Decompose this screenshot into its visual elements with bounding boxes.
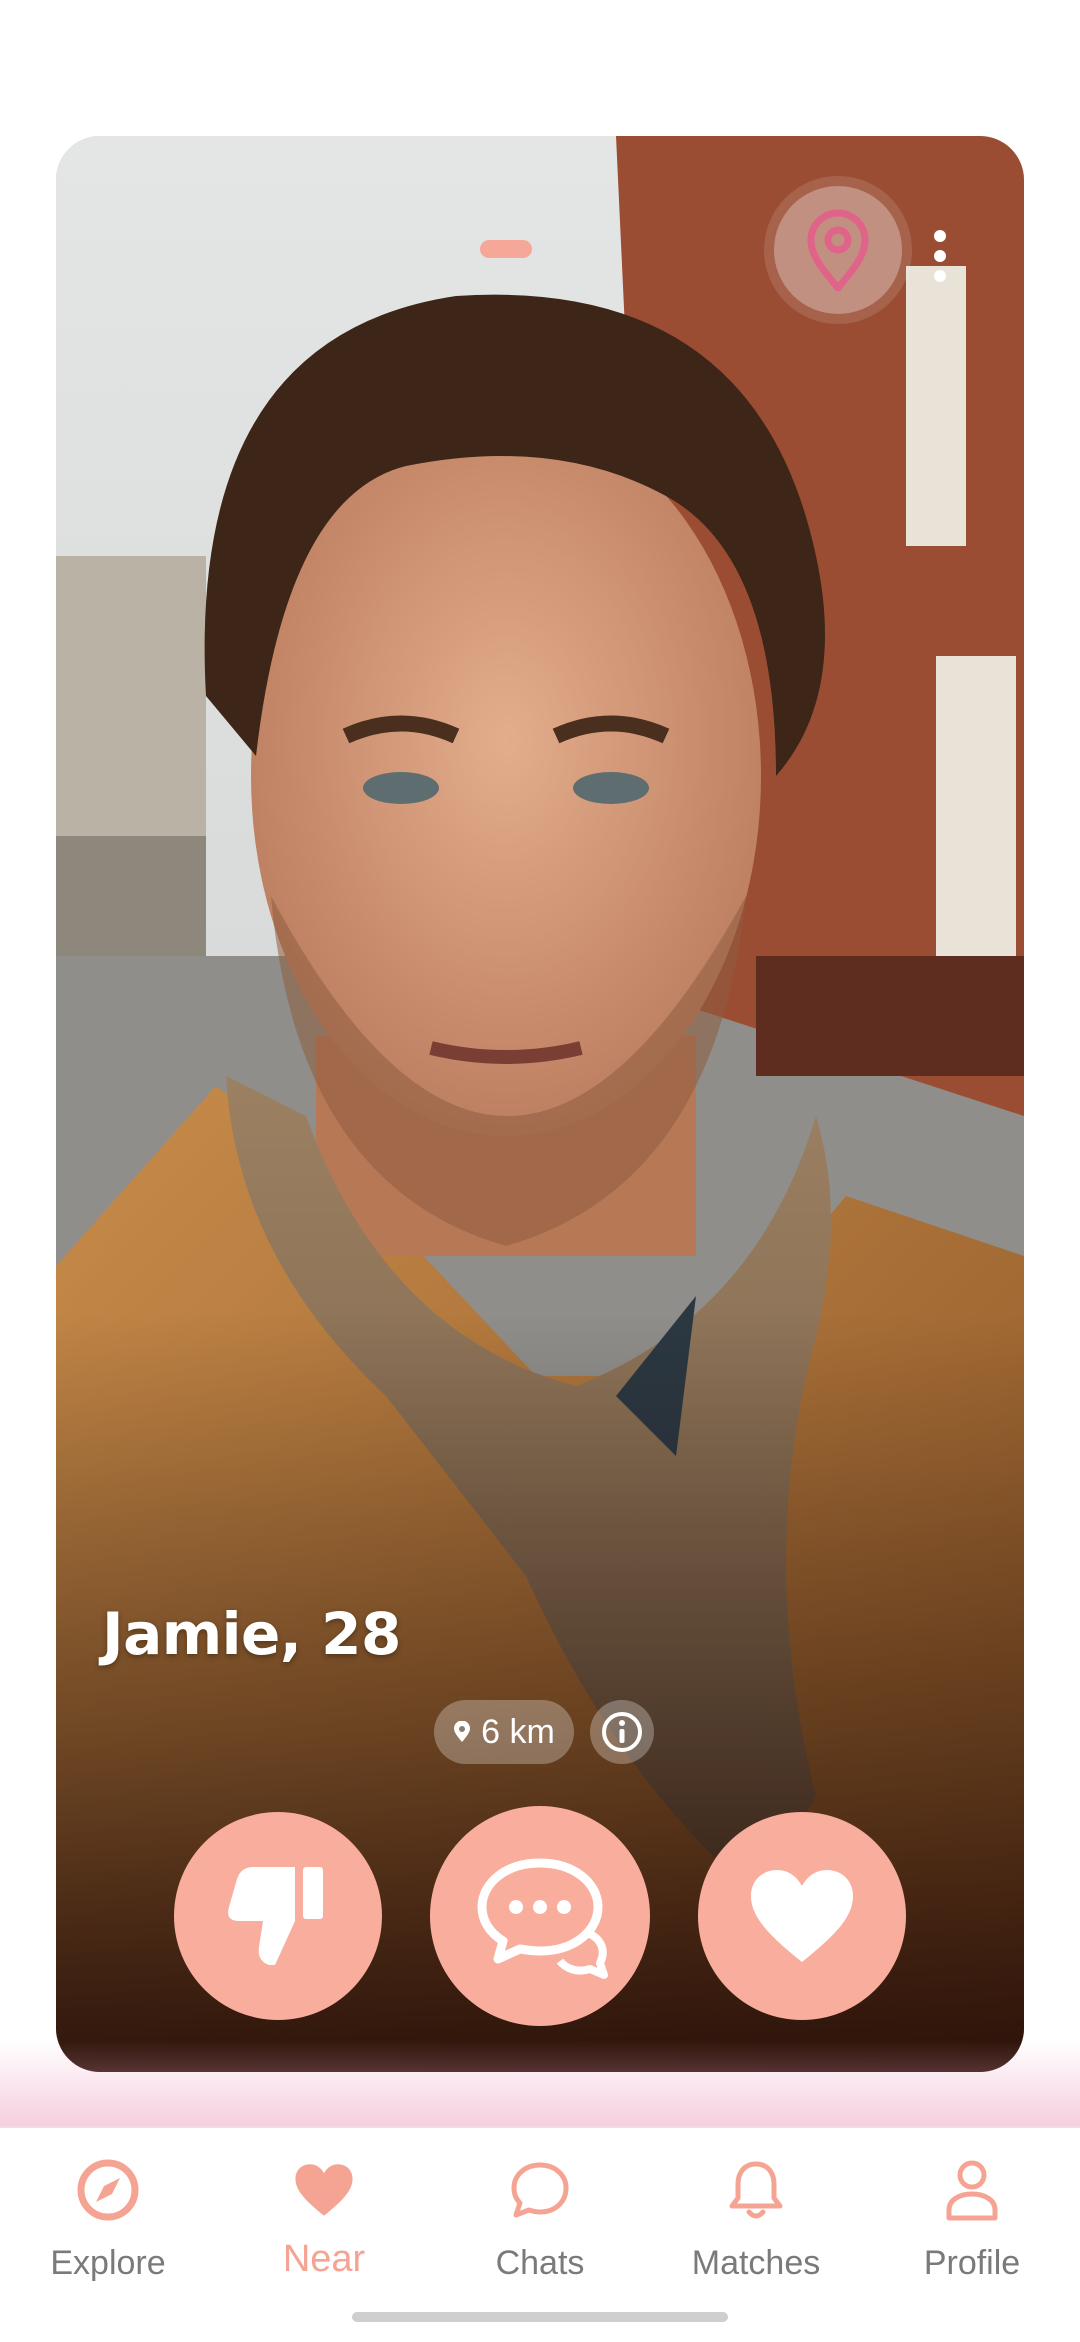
location-pin-icon: [454, 1721, 471, 1742]
dislike-button[interactable]: [174, 1812, 382, 2020]
person-icon: [946, 2160, 998, 2221]
bell-icon: [729, 2161, 783, 2219]
map-pin-icon: [807, 209, 869, 292]
nav-chats[interactable]: Chats: [440, 2154, 640, 2304]
distance-badge: 6 km: [434, 1700, 574, 1764]
compass-icon: [77, 2159, 139, 2221]
more-vertical-icon: [934, 230, 946, 282]
heart-icon: [751, 1870, 853, 1962]
distance-text: 6 km: [481, 1712, 555, 1751]
like-button[interactable]: [698, 1812, 906, 2020]
nav-explore-label: Explore: [50, 2244, 166, 2282]
nav-profile-label: Profile: [923, 2244, 1021, 2282]
bottom-glow: [0, 2040, 1080, 2130]
home-indicator[interactable]: [352, 2312, 728, 2322]
nav-matches-label: Matches: [691, 2244, 821, 2282]
thumbs-down-icon: [228, 1867, 323, 1965]
nav-near[interactable]: Near: [224, 2154, 424, 2304]
bottom-navigation: Explore Near Chats Matches Profile: [0, 2126, 1080, 2342]
nav-chats-label: Chats: [495, 2244, 585, 2282]
heart-icon: [295, 2164, 353, 2216]
nav-matches[interactable]: Matches: [656, 2154, 856, 2304]
card-drag-handle[interactable]: [480, 240, 532, 258]
chat-bubble-icon: [511, 2162, 569, 2218]
profile-card[interactable]: Jamie, 28 6 km: [56, 136, 1024, 2072]
more-options-button[interactable]: [920, 216, 960, 296]
nav-profile[interactable]: Profile: [872, 2154, 1072, 2304]
message-button[interactable]: [430, 1806, 650, 2026]
chat-bubbles-icon: [477, 1858, 608, 1979]
profile-name-age: Jamie, 28: [102, 1600, 401, 1668]
nav-explore[interactable]: Explore: [8, 2154, 208, 2304]
info-icon: [602, 1712, 642, 1752]
nav-near-label: Near: [282, 2238, 366, 2280]
location-button[interactable]: [774, 186, 902, 314]
profile-info-button[interactable]: [590, 1700, 654, 1764]
